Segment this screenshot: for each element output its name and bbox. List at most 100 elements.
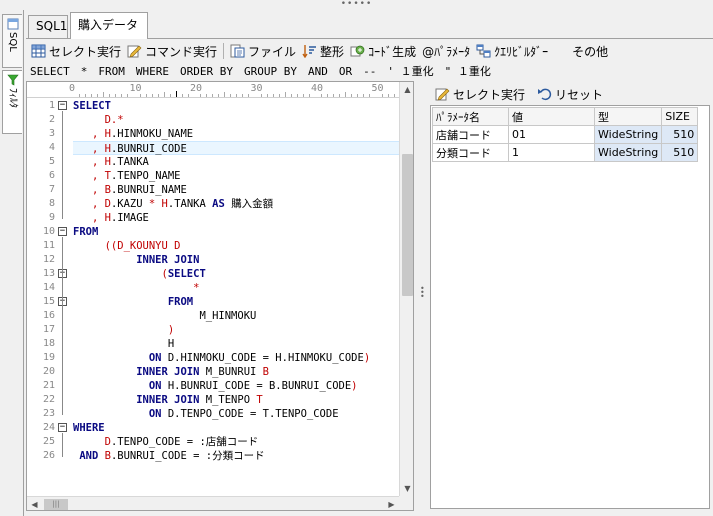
kw-comment[interactable]: --: [363, 65, 376, 78]
kw-or[interactable]: OR: [339, 65, 352, 78]
sql-keyword: WHERE: [73, 422, 105, 434]
ruler-tick: [187, 94, 189, 97]
scroll-right-arrow[interactable]: ▶: [384, 497, 399, 510]
code-text: 購入金額: [224, 198, 274, 210]
code-line[interactable]: *: [73, 281, 199, 295]
table-row[interactable]: 店舗コード 01 WideString 510: [432, 125, 699, 144]
code-line[interactable]: FROM: [73, 295, 193, 309]
panel-grip[interactable]: •••••: [0, 0, 713, 10]
code-line[interactable]: INNER JOIN M_TENPO T: [73, 393, 263, 407]
col-size[interactable]: SIZE: [661, 107, 699, 126]
reset-label: リセット: [555, 87, 604, 102]
code-line[interactable]: SELECT: [73, 99, 111, 113]
code-text: .IMAGE: [110, 212, 149, 224]
format-button[interactable]: 整形: [299, 41, 347, 61]
edit-document-icon: [127, 45, 142, 58]
select-exec-button[interactable]: セレクト実行: [28, 41, 124, 61]
code-line[interactable]: D.*: [73, 113, 124, 127]
table-alias: ,: [91, 156, 105, 168]
current-code-line[interactable]: , H.BUNRUI_CODE: [73, 141, 399, 155]
code-line[interactable]: FROM: [73, 225, 98, 239]
scroll-left-arrow[interactable]: ◀: [27, 497, 42, 510]
sql-tab-icon: [7, 18, 18, 30]
param-value-cell[interactable]: 01: [508, 125, 595, 144]
code-line[interactable]: ((D_KOUNYU D: [73, 239, 181, 253]
code-line[interactable]: , D.KAZU * H.TANKA AS 購入金額: [73, 197, 273, 211]
query-builder-button[interactable]: ｸｴﾘﾋﾞﾙﾀﾞｰ: [473, 41, 551, 61]
tab-bar: SQL1 購入データ: [26, 12, 713, 39]
kw-single-quote[interactable]: ' １重化: [387, 63, 433, 79]
command-exec-button[interactable]: コマンド実行: [124, 41, 220, 61]
fold-toggle[interactable]: −: [58, 227, 67, 236]
col-type[interactable]: 型: [593, 107, 663, 126]
code-line[interactable]: ON H.BUNRUI_CODE = B.BUNRUI_CODE): [73, 379, 358, 393]
ruler-tick: [169, 94, 171, 97]
code-line[interactable]: M_HINMOKU: [73, 309, 256, 323]
code-line[interactable]: D.TENPO_CODE = :店舗コード: [73, 435, 259, 449]
sql-keyword: SELECT: [73, 100, 111, 112]
sql-editor[interactable]: 0 10 20 30 40 50 1 2 3 4 5 6 7 8 9 10 11 12 13 14 15 16 17 18 1…: [26, 81, 414, 511]
col-param-name[interactable]: ﾊﾟﾗﾒｰﾀ名: [432, 107, 509, 126]
editor-horizontal-scrollbar[interactable]: ◀ ||| ▶: [27, 496, 399, 510]
code-line[interactable]: (SELECT: [73, 267, 206, 281]
file-icon: [230, 44, 245, 58]
code-line[interactable]: WHERE: [73, 421, 105, 435]
kw-double-quote[interactable]: " １重化: [445, 63, 491, 79]
fold-toggle[interactable]: −: [58, 101, 67, 110]
kw-from[interactable]: FROM: [98, 65, 125, 78]
code-line[interactable]: INNER JOIN M_BUNRUI B: [73, 365, 269, 379]
scroll-up-arrow[interactable]: ▲: [400, 82, 413, 97]
param-size-cell[interactable]: 510: [661, 125, 699, 144]
scroll-down-arrow[interactable]: ▼: [400, 481, 413, 496]
kw-select[interactable]: SELECT: [30, 65, 70, 78]
code-text: .BUNRUI_CODE: [110, 143, 187, 155]
col-value[interactable]: 値: [508, 107, 595, 126]
ruler-tick: [200, 94, 202, 97]
other-menu-button[interactable]: その他: [569, 41, 611, 61]
param-type-cell[interactable]: WideString: [593, 143, 663, 162]
code-line[interactable]: INNER JOIN: [73, 253, 199, 267]
vertical-scroll-thumb[interactable]: [402, 154, 413, 296]
kw-where[interactable]: WHERE: [136, 65, 169, 78]
code-line[interactable]: , B.BUNRUI_NAME: [73, 183, 187, 197]
sql-keyword: INNER JOIN: [136, 394, 200, 406]
sql-keyword: ON: [148, 380, 162, 392]
code-line[interactable]: ): [73, 323, 174, 337]
kw-order-by[interactable]: ORDER BY: [180, 65, 233, 78]
tab-kounyu-data[interactable]: 購入データ: [70, 12, 148, 39]
code-gen-button[interactable]: ｺｰﾄﾞ生成: [347, 41, 419, 61]
vtab-sql[interactable]: SQL: [2, 14, 22, 68]
file-menu-button[interactable]: ファイル: [227, 41, 299, 61]
params-button[interactable]: @ﾊﾟﾗﾒｰﾀ: [419, 41, 473, 61]
table-row[interactable]: 分類コード 1 WideString 510: [432, 143, 699, 162]
toolbar: セレクト実行 コマンド実行 ファイル 整形 ｺｰﾄﾞ生成 @ﾊﾟﾗﾒｰﾀ ｸｴﾘ…: [28, 40, 713, 62]
code-area[interactable]: SELECT D.* , H.HINMOKU_NAME , H.BUNRUI_C…: [73, 98, 399, 482]
panel-splitter[interactable]: • • •: [416, 81, 428, 511]
code-line[interactable]: , T.TENPO_NAME: [73, 169, 181, 183]
param-size-cell[interactable]: 510: [661, 143, 699, 162]
code-line[interactable]: , H.IMAGE: [73, 211, 149, 225]
table-alias: ((D_KOUNYU: [104, 240, 175, 252]
kw-and[interactable]: AND: [308, 65, 328, 78]
horizontal-scroll-thumb[interactable]: |||: [44, 499, 68, 510]
param-type-cell[interactable]: WideString: [593, 125, 663, 144]
line-number: 13: [42, 268, 55, 279]
tab-sql1[interactable]: SQL1: [28, 15, 68, 38]
table-alias: T: [256, 394, 263, 406]
param-value-cell[interactable]: 1: [508, 143, 595, 162]
code-line[interactable]: H: [73, 337, 174, 351]
code-line[interactable]: , H.HINMOKU_NAME: [73, 127, 193, 141]
fold-toggle[interactable]: −: [58, 423, 67, 432]
params-select-exec-button[interactable]: セレクト実行: [432, 86, 528, 103]
code-line[interactable]: , H.TANKA: [73, 155, 149, 169]
vtab-filter[interactable]: ﾌｨﾙﾀ: [2, 70, 22, 134]
editor-vertical-scrollbar[interactable]: ▲ ▼: [399, 82, 413, 496]
kw-asterisk[interactable]: *: [81, 65, 88, 78]
reset-button[interactable]: リセット: [534, 86, 606, 103]
scroll-corner: [399, 496, 413, 510]
kw-group-by[interactable]: GROUP BY: [244, 65, 297, 78]
code-line[interactable]: ON D.TENPO_CODE = T.TENPO_CODE: [73, 407, 339, 421]
code-line[interactable]: AND B.BUNRUI_CODE = :分類コード: [73, 449, 264, 463]
code-line[interactable]: ON D.HINMOKU_CODE = H.HINMOKU_CODE): [73, 351, 370, 365]
